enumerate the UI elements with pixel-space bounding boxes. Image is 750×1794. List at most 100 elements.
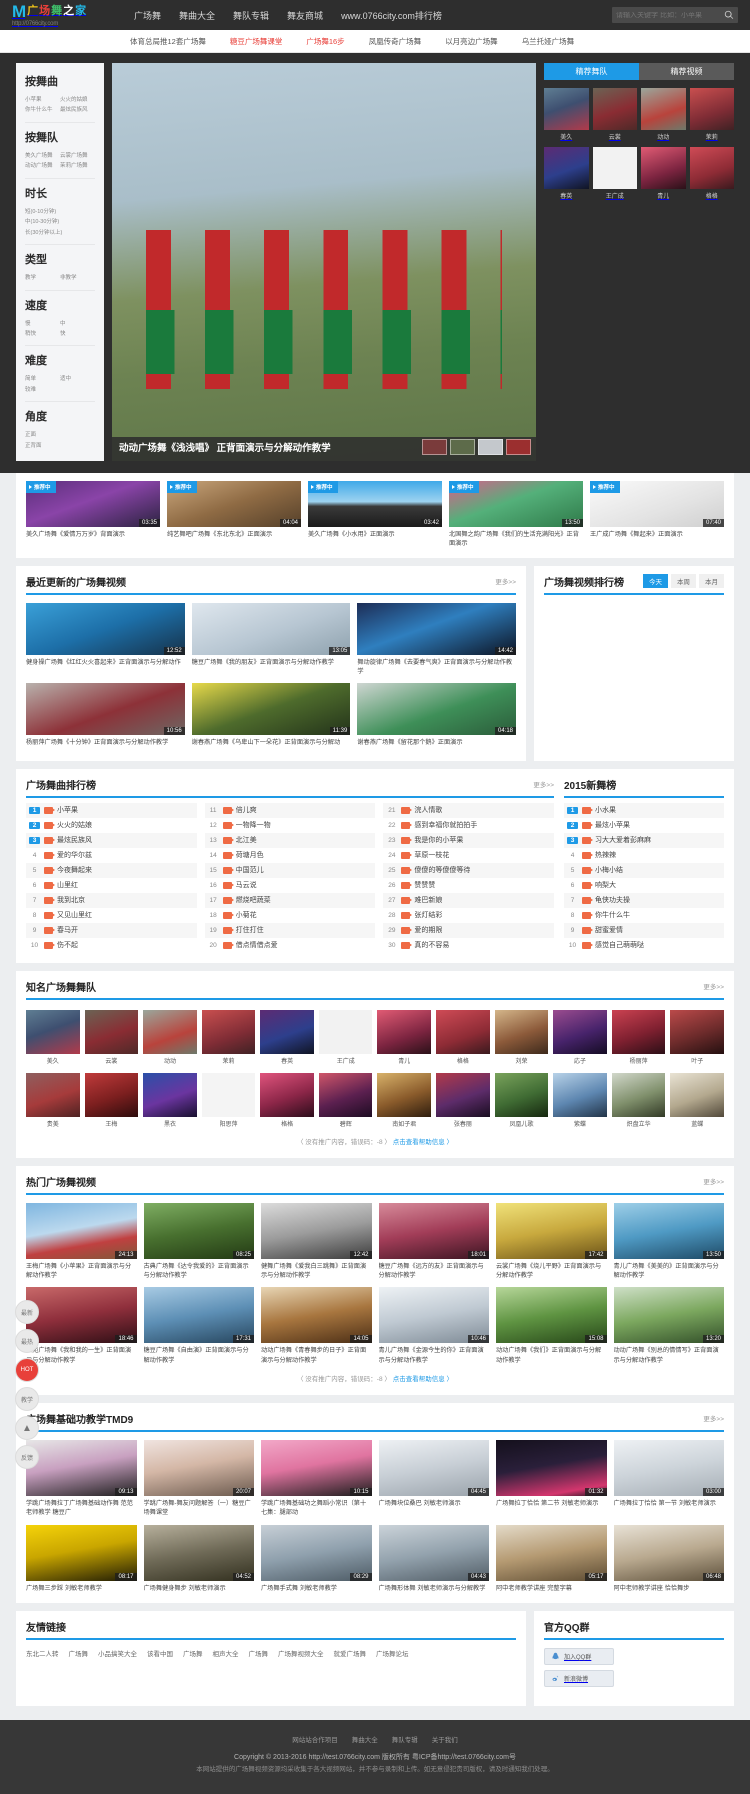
footer-link-0[interactable]: 网站站合作项目	[292, 1734, 338, 1744]
friend-link-8[interactable]: 就爱广场舞	[334, 1648, 367, 1658]
team-card[interactable]: 紫蝶	[553, 1071, 607, 1128]
rank-item[interactable]: 11 倍儿爽	[204, 802, 376, 818]
hero-thumb-0[interactable]	[422, 439, 447, 456]
search-box[interactable]	[612, 7, 738, 23]
filter-team-2[interactable]: 动动广场舞	[25, 161, 60, 171]
team-card[interactable]: 王梅	[84, 1071, 139, 1128]
filter-team-1[interactable]: 云裳广场舞	[60, 151, 95, 161]
rank-item[interactable]: 18 小菊花	[205, 908, 376, 923]
filter-type-0[interactable]: 教学	[25, 273, 60, 283]
video-card[interactable]: 24:13 王梅广场舞《小苹果》正背面演示与分解动作教学	[26, 1202, 137, 1281]
rail-item-hot-badge[interactable]: HOT	[15, 1358, 39, 1382]
featured-team-0[interactable]: 美久	[544, 86, 589, 141]
team-card[interactable]: 张春丽	[436, 1071, 490, 1128]
video-card[interactable]: 08:25 古典广场舞《达令我爱的》正背面演示与分解动作教学	[143, 1202, 254, 1281]
filter-song-1[interactable]: 火火的姑娘	[60, 95, 95, 105]
featured-team-2[interactable]: 动动	[641, 86, 686, 141]
filter-speed-1[interactable]: 中	[60, 319, 95, 329]
rank-item[interactable]: 22 感到幸福你就拍拍手	[383, 818, 554, 833]
video-card[interactable]: 13:20 动动广场舞《别总的情情写》正背面演示与分解动作教学	[613, 1287, 724, 1365]
rank-item[interactable]: 6 山里红	[26, 878, 197, 893]
rank-item[interactable]: 13 北江美	[204, 832, 376, 848]
tab-featured-videos[interactable]: 精荐视频	[639, 63, 734, 80]
filter-team-3[interactable]: 茉莉广场舞	[60, 161, 95, 171]
video-card[interactable]: 推荐中 13:50 北国舞之韵广场舞《我们的生活充满阳光》正背面演示	[449, 481, 583, 549]
featured-team-3[interactable]: 茉莉	[689, 86, 734, 141]
featured-team-5[interactable]: 王广成	[592, 145, 637, 200]
team-card[interactable]: 美久	[26, 1008, 80, 1065]
rank-item[interactable]: 2 火火的姑娘	[26, 818, 197, 833]
rank-item[interactable]: 7 我到北京	[26, 892, 197, 908]
filter-speed-2[interactable]: 稍快	[25, 329, 60, 339]
filter-type-1[interactable]: 非教学	[60, 273, 95, 283]
join-qq-group-button[interactable]: 加入QQ群	[544, 1647, 614, 1665]
subnav-item-4[interactable]: 以月亮边广场舞	[445, 36, 498, 47]
team-card[interactable]: 茉莉	[201, 1008, 256, 1065]
team-card[interactable]: 格格	[260, 1071, 314, 1128]
team-card[interactable]: 炽盘立华	[611, 1071, 666, 1128]
friend-link-5[interactable]: 相声大全	[213, 1648, 239, 1658]
rank-item[interactable]: 6 响梨大	[564, 878, 724, 893]
video-card[interactable]: 08:17 广场舞三步踩 刘敏老师教学	[26, 1524, 137, 1593]
video-card[interactable]: 17:42 云裳广场舞《烧儿平野》正背面演示与分解动作教学	[496, 1202, 607, 1281]
subnav-item-3[interactable]: 凤凰传奇广场舞	[369, 36, 422, 47]
video-card[interactable]: 推荐中 04:04 纯艺舞吧广场舞《东北东北》正面演示	[167, 481, 301, 549]
weibo-button[interactable]: 新浪微博	[544, 1669, 614, 1687]
rank-item[interactable]: 24 草原一枝花	[383, 848, 554, 863]
nav-item-square-dance[interactable]: 广场舞	[134, 9, 161, 22]
filter-team-0[interactable]: 美久广场舞	[25, 151, 60, 161]
featured-team-1[interactable]: 云裳	[592, 86, 637, 141]
rank-item[interactable]: 14 荷塘月色	[205, 848, 376, 863]
rank-item[interactable]: 8 你牛什么牛	[564, 908, 724, 923]
search-input[interactable]	[616, 11, 724, 19]
filter-duration-2[interactable]: 长(30分钟以上)	[25, 228, 95, 238]
featured-team-7[interactable]: 格格	[689, 145, 734, 200]
filter-duration-0[interactable]: 短(0-10分钟)	[25, 207, 95, 217]
team-card[interactable]: 刘荣	[494, 1008, 549, 1065]
video-card[interactable]: 10:56 杨丽萍广场舞《十分钟》正背面演示与分解动作教学	[26, 683, 185, 747]
rank-item[interactable]: 20 借点情借点爱	[205, 938, 376, 953]
rank-item[interactable]: 17 燃烧吧蔬菜	[204, 892, 376, 908]
filter-duration-1[interactable]: 中(10-30分钟)	[25, 217, 95, 227]
rank-item[interactable]: 29 爱的期限	[383, 922, 555, 938]
rank-item[interactable]: 23 我是你的小苹果	[383, 832, 555, 848]
team-card[interactable]: 云裳	[84, 1008, 139, 1065]
filter-speed-3[interactable]: 快	[60, 329, 95, 339]
ad-help-link[interactable]: 点击查看帮助信息 〉	[393, 1139, 453, 1146]
video-card[interactable]: 20:07 学跳广场舞-舞友问题解答（一）糖豆广场舞课堂	[143, 1439, 254, 1518]
search-icon[interactable]	[724, 10, 734, 20]
rank-item[interactable]: 9 甜蜜爱情	[564, 922, 724, 938]
scroll-to-top-button[interactable]: ▲	[15, 1416, 39, 1440]
friend-link-7[interactable]: 广场舞视频大全	[278, 1648, 324, 1658]
rank-item[interactable]: 21 浣人情歌	[383, 802, 555, 818]
video-card[interactable]: 推荐中 03:42 美久广场舞《小水用》正面演示	[308, 481, 442, 549]
rank-item[interactable]: 3 最炫民族风	[26, 832, 197, 848]
filter-angle-0[interactable]: 正面	[25, 430, 95, 440]
team-card[interactable]: 南如子君	[377, 1071, 432, 1128]
rank-item[interactable]: 28 张灯结彩	[383, 908, 554, 923]
video-card[interactable]: 14:05 动动广场舞《青春舞步的日子》正背面演示与分解动作教学	[261, 1287, 372, 1365]
team-card[interactable]: 贵美	[26, 1071, 80, 1128]
team-card[interactable]: 応子	[553, 1008, 607, 1065]
filter-song-0[interactable]: 小苹果	[25, 95, 60, 105]
more-link[interactable]: 更多>>	[533, 779, 554, 789]
rank-item[interactable]: 1 小苹果	[26, 802, 197, 818]
more-link[interactable]: 更多>>	[495, 576, 516, 586]
filter-song-3[interactable]: 最炫民族风	[60, 105, 95, 115]
rank-item[interactable]: 1 小水果	[564, 802, 724, 818]
rank-item[interactable]: 7 龟侠功夫操	[564, 892, 724, 908]
video-card[interactable]: 05:17 阿中老师教学讲座 完整字幕	[496, 1524, 607, 1593]
rank-item[interactable]: 30 真的不容易	[383, 938, 554, 953]
tab-this-month[interactable]: 本月	[699, 574, 724, 589]
rank-item[interactable]: 8 又见山里红	[26, 908, 197, 923]
rank-item[interactable]: 4 爱的华尔兹	[26, 848, 197, 863]
team-card[interactable]: 春英	[260, 1008, 314, 1065]
ad-help-link[interactable]: 点击查看帮助信息 〉	[393, 1376, 453, 1383]
video-card[interactable]: 03:00 广场舞拉丁恰恰 第一节 刘敏老师演示	[613, 1439, 724, 1518]
hero-thumbnail-strip[interactable]	[422, 439, 531, 456]
subnav-item-5[interactable]: 乌兰托娅广场舞	[522, 36, 575, 47]
video-card[interactable]: 14:42 舞动旋律广场舞《去要春气爽》正背面演示与分解动作教学	[357, 602, 516, 677]
friend-link-2[interactable]: 小品搞笑大全	[98, 1648, 137, 1658]
video-card[interactable]: 10:15 学跳广场舞基础功之舞蹈小常识（第十七集：腿部动	[261, 1439, 372, 1518]
team-card[interactable]: 阳思萍	[201, 1071, 256, 1128]
